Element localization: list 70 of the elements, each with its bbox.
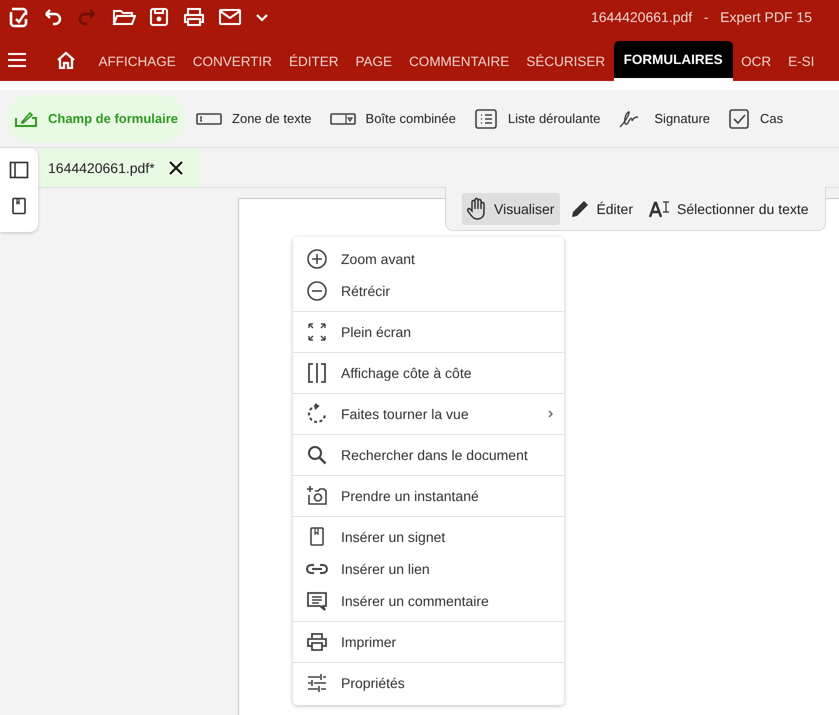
bookmark-icon[interactable] <box>11 197 27 215</box>
search-icon <box>306 444 328 466</box>
app-logo-icon[interactable] <box>8 6 28 28</box>
menu-item[interactable]: Zoom avant <box>293 243 564 275</box>
menu-item[interactable]: Insérer un lien <box>293 553 564 585</box>
ribbon-tab[interactable]: ÉDITER <box>280 41 348 81</box>
window-title: 1644420661.pdf - Expert PDF 15 <box>590 9 812 25</box>
menu-item[interactable]: Propriétés <box>293 667 564 699</box>
menu-item-label: Imprimer <box>341 634 396 650</box>
checkbox-icon <box>728 108 750 130</box>
hand-icon <box>466 196 488 220</box>
close-icon[interactable] <box>168 160 183 174</box>
view-mode-button[interactable]: Sélectionner du texte <box>645 192 815 224</box>
camera-icon <box>306 485 328 507</box>
menu-item[interactable]: Rétrécir <box>293 275 564 307</box>
mail-icon[interactable] <box>218 6 242 28</box>
text-cursor-icon <box>649 200 672 218</box>
ribbon-tab[interactable]: PAGE <box>347 41 401 81</box>
ribbon-tab[interactable]: E-SI <box>780 41 823 81</box>
ribbon-tab[interactable]: COMMENTAIRE <box>400 41 518 81</box>
menu-item[interactable]: Faites tourner la vue <box>293 398 564 430</box>
ribbon-tab[interactable]: FORMULAIRES <box>614 41 733 81</box>
menu-item-label: Rétrécir <box>341 283 390 299</box>
printer-icon <box>306 631 328 653</box>
menu-item-label: Affichage côte à côte <box>341 365 472 381</box>
menu-icon[interactable] <box>8 52 26 68</box>
list-icon <box>474 108 498 130</box>
rotate-icon <box>306 403 328 425</box>
menu-item[interactable]: Affichage côte à côte <box>293 357 564 389</box>
menu-item-label: Plein écran <box>341 324 412 340</box>
form-field-icon <box>14 110 38 128</box>
ribbon-tab[interactable]: OCR <box>732 41 780 81</box>
ribbon-tab[interactable]: SÉCURISER <box>518 41 614 81</box>
view-mode-button[interactable]: Visualiser <box>462 192 560 224</box>
menu-item[interactable]: Plein écran <box>293 316 564 348</box>
combo-box-icon <box>330 112 356 126</box>
pencil-icon <box>570 198 590 218</box>
menu-item-label: Rechercher dans le document <box>341 447 528 463</box>
menu-item-label: Insérer un signet <box>341 529 446 545</box>
save-icon[interactable] <box>148 6 170 28</box>
menu-item-label: Prendre un instantané <box>341 488 479 504</box>
ribbon-tab[interactable]: CONVERTIR <box>184 41 281 81</box>
printer-icon[interactable] <box>182 6 206 28</box>
fullscreen-icon <box>306 321 328 343</box>
menu-item-label: Insérer un commentaire <box>341 593 489 609</box>
menu-item-label: Faites tourner la vue <box>341 406 469 422</box>
menu-item-label: Zoom avant <box>341 251 415 267</box>
home-icon[interactable] <box>56 51 76 69</box>
toolbar-button[interactable]: Liste déroulante <box>466 94 608 142</box>
menu-item[interactable]: Insérer un commentaire <box>293 585 564 617</box>
zoom-out-icon <box>306 280 328 302</box>
sliders-icon <box>306 672 328 694</box>
menu-item-label: Insérer un lien <box>341 561 430 577</box>
ribbon-tab[interactable]: AFFICHAGE <box>90 41 184 81</box>
menu-item[interactable]: Insérer un signet <box>293 521 564 553</box>
text-box-icon <box>196 112 222 126</box>
comment-icon <box>306 590 328 612</box>
menu-item[interactable]: Imprimer <box>293 626 564 658</box>
menu-item[interactable]: Rechercher dans le document <box>293 439 564 471</box>
view-mode-button[interactable]: Éditer <box>566 192 640 224</box>
toolbar-button[interactable]: Zone de texte <box>188 94 320 142</box>
menu-item[interactable]: Prendre un instantané <box>293 480 564 512</box>
toolbar-button[interactable]: Cas <box>720 94 792 142</box>
toolbar-button[interactable]: Boîte combinée <box>322 94 464 142</box>
split-view-icon <box>306 362 328 384</box>
toolbar-button[interactable]: Signature <box>610 94 718 142</box>
panel-icon[interactable] <box>9 161 29 179</box>
zoom-in-icon <box>306 248 328 270</box>
document-tab[interactable]: 1644420661.pdf* <box>38 148 201 187</box>
menu-item-label: Propriétés <box>341 675 405 691</box>
